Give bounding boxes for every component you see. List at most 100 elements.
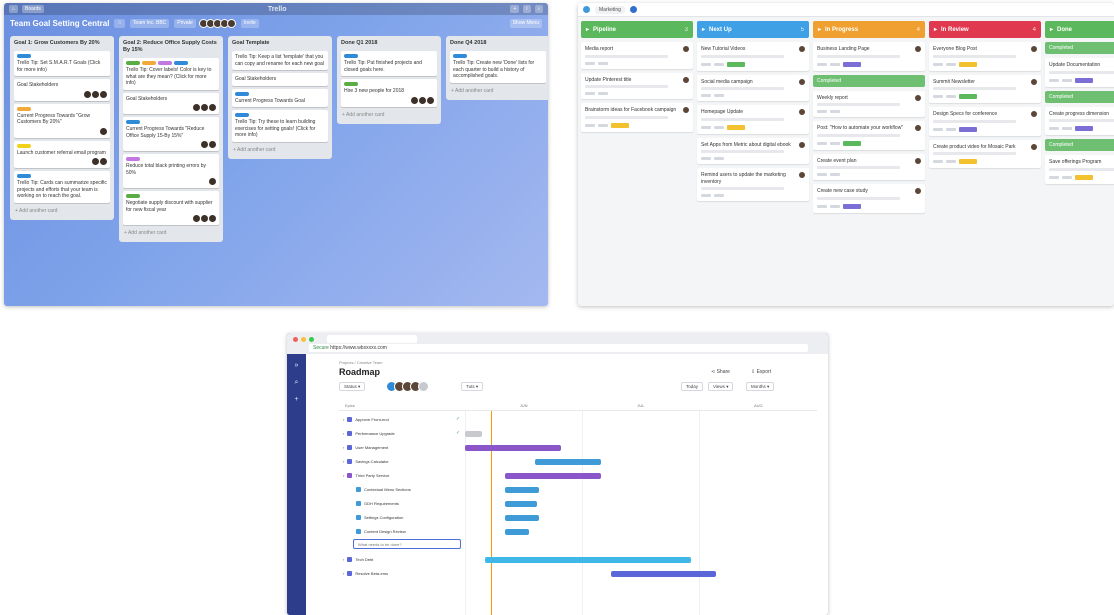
chevron-right-icon[interactable]: ›: [343, 571, 344, 576]
card-tag[interactable]: [1075, 126, 1093, 131]
card-tag[interactable]: [843, 61, 861, 67]
card-label[interactable]: [344, 82, 358, 86]
avatar[interactable]: [92, 90, 99, 98]
close-window-icon[interactable]: [293, 337, 298, 342]
info-icon[interactable]: i: [523, 5, 531, 13]
epic-row[interactable]: › Savings Calculator: [339, 455, 817, 469]
card-label[interactable]: [344, 54, 358, 58]
timeline-bar[interactable]: [505, 487, 539, 493]
chevron-right-icon[interactable]: ›: [343, 459, 344, 464]
trello-card[interactable]: Current Progress Towards "Reduce Office …: [123, 117, 219, 151]
status-filter[interactable]: Status ▾: [339, 382, 366, 391]
add-icon[interactable]: +: [293, 396, 300, 403]
trello-card[interactable]: Trello Tip: Keep a list 'template' that …: [232, 51, 328, 70]
kanban-card[interactable]: Business Landing Page: [813, 42, 925, 71]
avatar[interactable]: [193, 104, 200, 111]
add-card-button[interactable]: + Add another card: [232, 145, 328, 155]
trello-card[interactable]: Trello Tip: Set S.M.A.R.T Goals (Click f…: [14, 51, 110, 76]
chevron-right-icon[interactable]: ›: [343, 431, 344, 436]
epic-row[interactable]: › Tech Debt: [339, 553, 817, 567]
avatar[interactable]: [915, 157, 921, 164]
new-issue-input[interactable]: [353, 539, 461, 549]
list-title[interactable]: Goal 2: Reduce Office Supply Costs By 15…: [123, 40, 219, 54]
trello-card[interactable]: Goal Stakeholders: [14, 79, 110, 101]
avatar[interactable]: [1031, 78, 1037, 85]
logo-icon[interactable]: »: [293, 362, 300, 369]
avatar[interactable]: [209, 215, 216, 222]
avatar[interactable]: [799, 172, 805, 178]
card-tag[interactable]: [959, 61, 977, 67]
avatar[interactable]: [799, 78, 805, 85]
trello-card[interactable]: Trello Tip: Try these to learn building …: [232, 110, 328, 142]
epic-row[interactable]: › User Management: [339, 441, 817, 455]
kanban-card[interactable]: Save offerings Program: [1045, 155, 1114, 184]
kanban-card[interactable]: Create new case study: [813, 184, 925, 213]
add-card-button[interactable]: + Add another card: [450, 86, 546, 96]
home-icon[interactable]: ⌂: [9, 5, 19, 13]
card-label[interactable]: [17, 143, 31, 148]
epic-row[interactable]: › Resolve Beta-emu: [339, 567, 817, 581]
info-icon[interactable]: [629, 6, 637, 13]
kanban-card[interactable]: Create event plan: [813, 153, 925, 180]
export-button[interactable]: ⇩ Export: [751, 369, 771, 375]
avatar[interactable]: [100, 127, 107, 135]
column-header[interactable]: ▸ Pipeline 3: [581, 21, 693, 38]
kanban-card[interactable]: Everyone Blog Post: [929, 42, 1041, 71]
kanban-card[interactable]: Update Documentation: [1045, 58, 1114, 87]
avatar[interactable]: [209, 104, 216, 111]
kanban-card[interactable]: Summit Newsletter: [929, 74, 1041, 103]
avatar[interactable]: [201, 215, 208, 222]
member-avatars[interactable]: [198, 18, 236, 28]
trello-card[interactable]: Goal Stakeholders: [232, 73, 328, 86]
epic-row[interactable]: › Performance Upgrade ✓: [339, 427, 817, 441]
browser-tab[interactable]: [327, 335, 417, 343]
kanban-card[interactable]: Create progress dimension: [1045, 106, 1114, 135]
boards-button[interactable]: Boards: [22, 5, 44, 13]
card-label[interactable]: [17, 174, 31, 178]
visibility-chip[interactable]: Private: [174, 18, 196, 28]
chevron-right-icon[interactable]: ›: [343, 473, 344, 478]
card-label[interactable]: [17, 54, 31, 58]
avatar[interactable]: [92, 158, 99, 165]
team-chip[interactable]: Team Inc. BBC: [129, 18, 170, 28]
avatar[interactable]: [418, 381, 429, 392]
views-select[interactable]: Views ▾: [708, 382, 734, 391]
kanban-card[interactable]: Post: "How to automate your workflow": [813, 121, 925, 150]
avatar[interactable]: [915, 188, 921, 194]
add-card-button[interactable]: + Add another card: [14, 206, 110, 216]
card-label[interactable]: [126, 194, 140, 198]
list-title[interactable]: Goal Template: [232, 40, 328, 47]
epic-row[interactable]: Settings Configuration: [339, 511, 817, 525]
avatar[interactable]: [100, 90, 107, 98]
avatar[interactable]: [84, 90, 91, 98]
avatar[interactable]: [100, 158, 107, 165]
avatar[interactable]: [419, 96, 426, 104]
avatar[interactable]: [799, 109, 805, 115]
trello-card[interactable]: Trello Tip: Create new 'Done' lists for …: [450, 51, 546, 83]
search-icon[interactable]: ⌕: [293, 379, 300, 386]
kanban-card[interactable]: Social media campaign: [697, 74, 809, 101]
avatar[interactable]: [209, 178, 216, 185]
minimize-window-icon[interactable]: [301, 337, 306, 342]
epic-row[interactable]: Content Design Review: [339, 525, 817, 539]
trello-card[interactable]: Trello Tip: Cards can summarize specific…: [14, 171, 110, 203]
trello-card[interactable]: Current Progress Towards "Grow Customers…: [14, 103, 110, 138]
kanban-card[interactable]: Homepage Update: [697, 105, 809, 134]
avatar[interactable]: [201, 104, 208, 111]
trello-card[interactable]: Trello Tip: Cover labels! Color is key t…: [123, 58, 219, 90]
trello-card[interactable]: Current Progress Towards Goal: [232, 88, 328, 107]
card-tag[interactable]: [959, 126, 977, 132]
timeline-bar[interactable]: [505, 529, 529, 535]
app-logo-icon[interactable]: [583, 6, 590, 13]
timeline-bar[interactable]: [505, 501, 537, 507]
avatar[interactable]: [427, 96, 434, 104]
share-button[interactable]: ⋖ Share: [711, 369, 730, 375]
avatar[interactable]: [193, 215, 200, 222]
card-label[interactable]: [142, 61, 156, 65]
tuts-filter[interactable]: Tuts ▾: [461, 382, 484, 391]
list-title[interactable]: Goal 1: Grow Customers By 20%: [14, 40, 110, 47]
timeline-bar[interactable]: [535, 459, 601, 465]
avatar[interactable]: [201, 141, 208, 148]
avatar[interactable]: [1031, 111, 1037, 117]
team-avatars[interactable]: [386, 381, 429, 392]
